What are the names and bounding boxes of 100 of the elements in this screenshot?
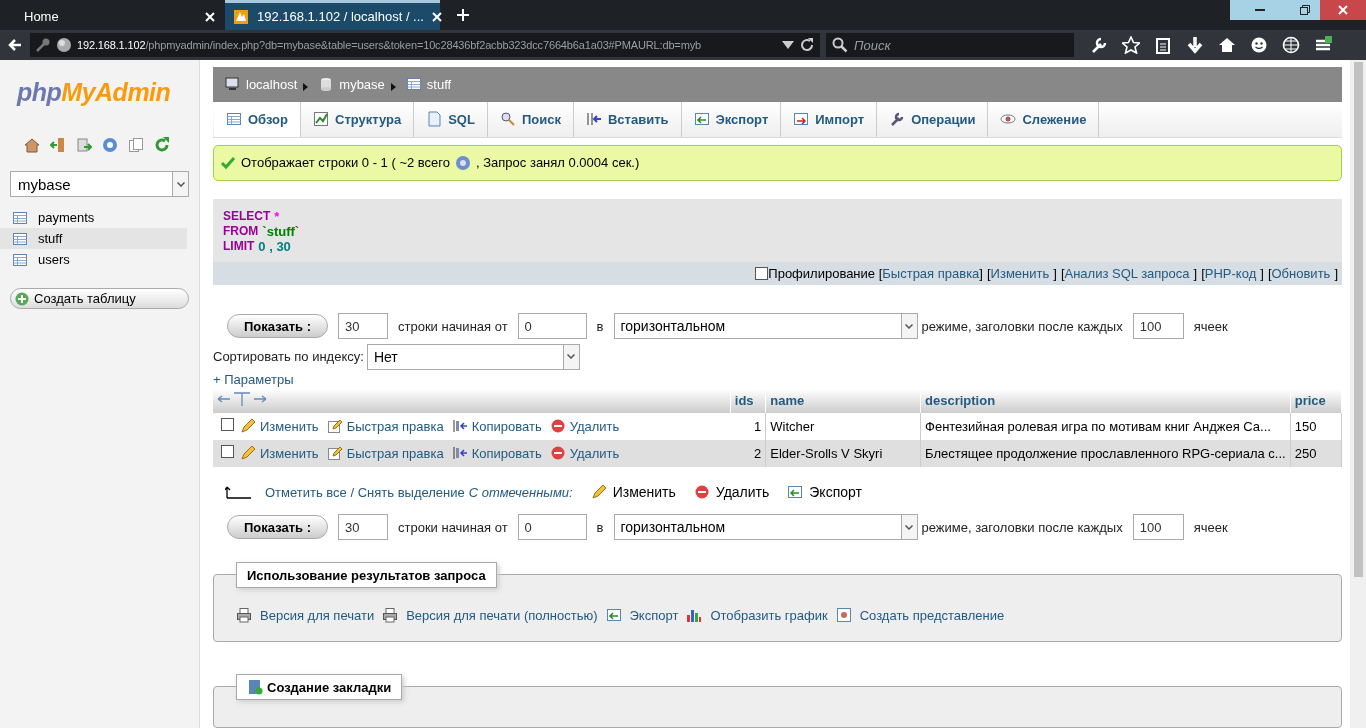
- profiling-checkbox[interactable]: [755, 267, 769, 281]
- copy-icon: [451, 418, 468, 435]
- clipboard-icon[interactable]: [1154, 36, 1172, 54]
- refresh-icon: [154, 137, 170, 153]
- row-action-link[interactable]: Изменить: [240, 445, 319, 462]
- row-action-link[interactable]: Копировать: [451, 418, 542, 435]
- row-checkbox[interactable]: [221, 445, 234, 459]
- globe-icon: [56, 37, 72, 53]
- restore-icon: [1300, 5, 1310, 15]
- field-label: режиме, заголовки после каждых: [921, 519, 1123, 535]
- result-link[interactable]: Версия для печати: [236, 607, 375, 623]
- note-pencil-icon: [326, 418, 343, 435]
- tab[interactable]: Операции: [877, 102, 989, 137]
- browser-tab[interactable]: Home: [0, 0, 225, 30]
- column-header[interactable]: price: [1290, 388, 1342, 413]
- table-icon: [405, 76, 422, 93]
- bulk-action-button[interactable]: Экспорт: [787, 484, 862, 501]
- row-action-link[interactable]: Изменить: [240, 418, 319, 435]
- browser-tab[interactable]: 192.168.1.102 / localhost / ...: [225, 0, 440, 30]
- tab[interactable]: Слежение: [988, 102, 1100, 137]
- home-icon[interactable]: [1218, 36, 1236, 54]
- breadcrumb-link[interactable]: localhost: [246, 77, 298, 92]
- repeat-field[interactable]: 100: [1132, 514, 1184, 541]
- bulk-action-button[interactable]: Удалить: [693, 484, 770, 501]
- check-all-link[interactable]: Отметить все / Снять выделение: [265, 484, 465, 500]
- column-header[interactable]: description: [920, 388, 1291, 413]
- scrollbar[interactable]: [1350, 60, 1366, 728]
- database-select[interactable]: mybase: [10, 171, 189, 197]
- row-action-link[interactable]: Быстрая правка: [326, 445, 444, 462]
- result-link[interactable]: Экспорт: [605, 607, 679, 623]
- table-cell: Witcher: [765, 412, 921, 440]
- options-link[interactable]: + Параметры: [213, 371, 1342, 388]
- table-item[interactable]: users: [0, 249, 187, 270]
- tab[interactable]: Поиск: [487, 102, 574, 137]
- tab[interactable]: Вставить: [573, 102, 682, 137]
- tab[interactable]: Структура: [301, 102, 415, 137]
- tab[interactable]: Импорт: [781, 102, 878, 137]
- panel-legend: Использование результатов запроса: [236, 562, 497, 588]
- result-link[interactable]: Создать представление: [835, 607, 1005, 623]
- mode-select[interactable]: горизонтальном: [613, 313, 918, 340]
- row-checkbox[interactable]: [221, 418, 234, 432]
- export-icon: [605, 607, 622, 623]
- home-icon: [24, 137, 40, 153]
- download-icon[interactable]: [1186, 36, 1204, 54]
- row-action-link[interactable]: Удалить: [549, 418, 620, 435]
- wrench-icon[interactable]: [1090, 36, 1108, 54]
- start-field[interactable]: 0: [517, 514, 587, 541]
- sort-label: Сортировать по индексу:: [213, 349, 364, 365]
- bar-chart-icon: [686, 607, 703, 623]
- breadcrumb-link[interactable]: mybase: [339, 77, 385, 92]
- row-action-link[interactable]: Удалить: [549, 445, 620, 462]
- app-icon: [233, 8, 249, 25]
- show-button[interactable]: Показать :: [227, 314, 328, 339]
- table-item[interactable]: payments: [0, 207, 187, 228]
- globe-icon[interactable]: [1282, 36, 1300, 54]
- with-selected-label: С отмеченными:: [468, 484, 573, 500]
- url-text: 192.168.1.102/phpmyadmin/index.php?db=mybase&table=users&token=10c28436bf2acbb323dcc7664b6a1a03#PMAURL:db=myb: [77, 39, 702, 51]
- tab[interactable]: SQL: [414, 102, 488, 137]
- smiley-icon[interactable]: [1250, 36, 1268, 54]
- corner-arrow-icon: [225, 484, 253, 501]
- search-field[interactable]: Поиск: [826, 33, 1074, 57]
- row-action-link[interactable]: Копировать: [451, 445, 542, 462]
- bulk-action-button[interactable]: Изменить: [590, 484, 676, 501]
- column-header[interactable]: ids: [730, 388, 766, 413]
- create-table-button[interactable]: Создать таблицу: [10, 288, 189, 309]
- tab[interactable]: Экспорт: [681, 102, 782, 137]
- documents-icon: [128, 137, 144, 153]
- message-text: , Запрос занял 0.0004 сек.): [476, 155, 640, 171]
- tab[interactable]: Обзор: [214, 102, 301, 137]
- breadcrumb-link[interactable]: stuff: [426, 77, 452, 92]
- mode-select[interactable]: горизонтальном: [613, 514, 918, 541]
- result-link[interactable]: Версия для печати (полностью): [382, 607, 598, 623]
- rows-field[interactable]: 30: [338, 313, 388, 340]
- insert-icon: [585, 111, 602, 128]
- star-icon[interactable]: [1122, 36, 1140, 54]
- result-link[interactable]: Отобразить график: [686, 607, 828, 623]
- profiling-label: Профилирование: [768, 266, 877, 282]
- logo[interactable]: phpMyAdmin: [0, 78, 199, 107]
- close-icon: [431, 11, 442, 22]
- close-button[interactable]: [1320, 0, 1366, 20]
- delete-icon: [549, 445, 566, 462]
- table-icon: [12, 230, 28, 247]
- start-field[interactable]: 0: [517, 313, 587, 340]
- sort-select[interactable]: Нет: [366, 343, 580, 370]
- new-tab-icon[interactable]: [454, 6, 472, 24]
- field-label: строки начиная от: [398, 519, 508, 535]
- bracket-text: ]: [1260, 266, 1264, 282]
- delete-icon: [549, 418, 566, 435]
- rows-field[interactable]: 30: [338, 514, 388, 541]
- maximize-button[interactable]: [1290, 0, 1320, 20]
- bracket-text: ]: [1334, 266, 1338, 282]
- field-label: строки начиная от: [398, 318, 508, 334]
- column-header[interactable]: name: [765, 388, 921, 413]
- table-item[interactable]: stuff: [0, 228, 187, 249]
- show-button[interactable]: Показать :: [227, 515, 328, 540]
- repeat-field[interactable]: 100: [1132, 313, 1184, 340]
- row-action-link[interactable]: Быстрая правка: [326, 418, 444, 435]
- table-icon: [12, 251, 28, 268]
- address-bar[interactable]: 192.168.1.102/phpmyadmin/index.php?db=mybase&table=users&token=10c28436bf2acbb323dcc7664b6a1a03#PMAURL:db=myb: [30, 33, 820, 57]
- table-cell: 150: [1290, 412, 1342, 440]
